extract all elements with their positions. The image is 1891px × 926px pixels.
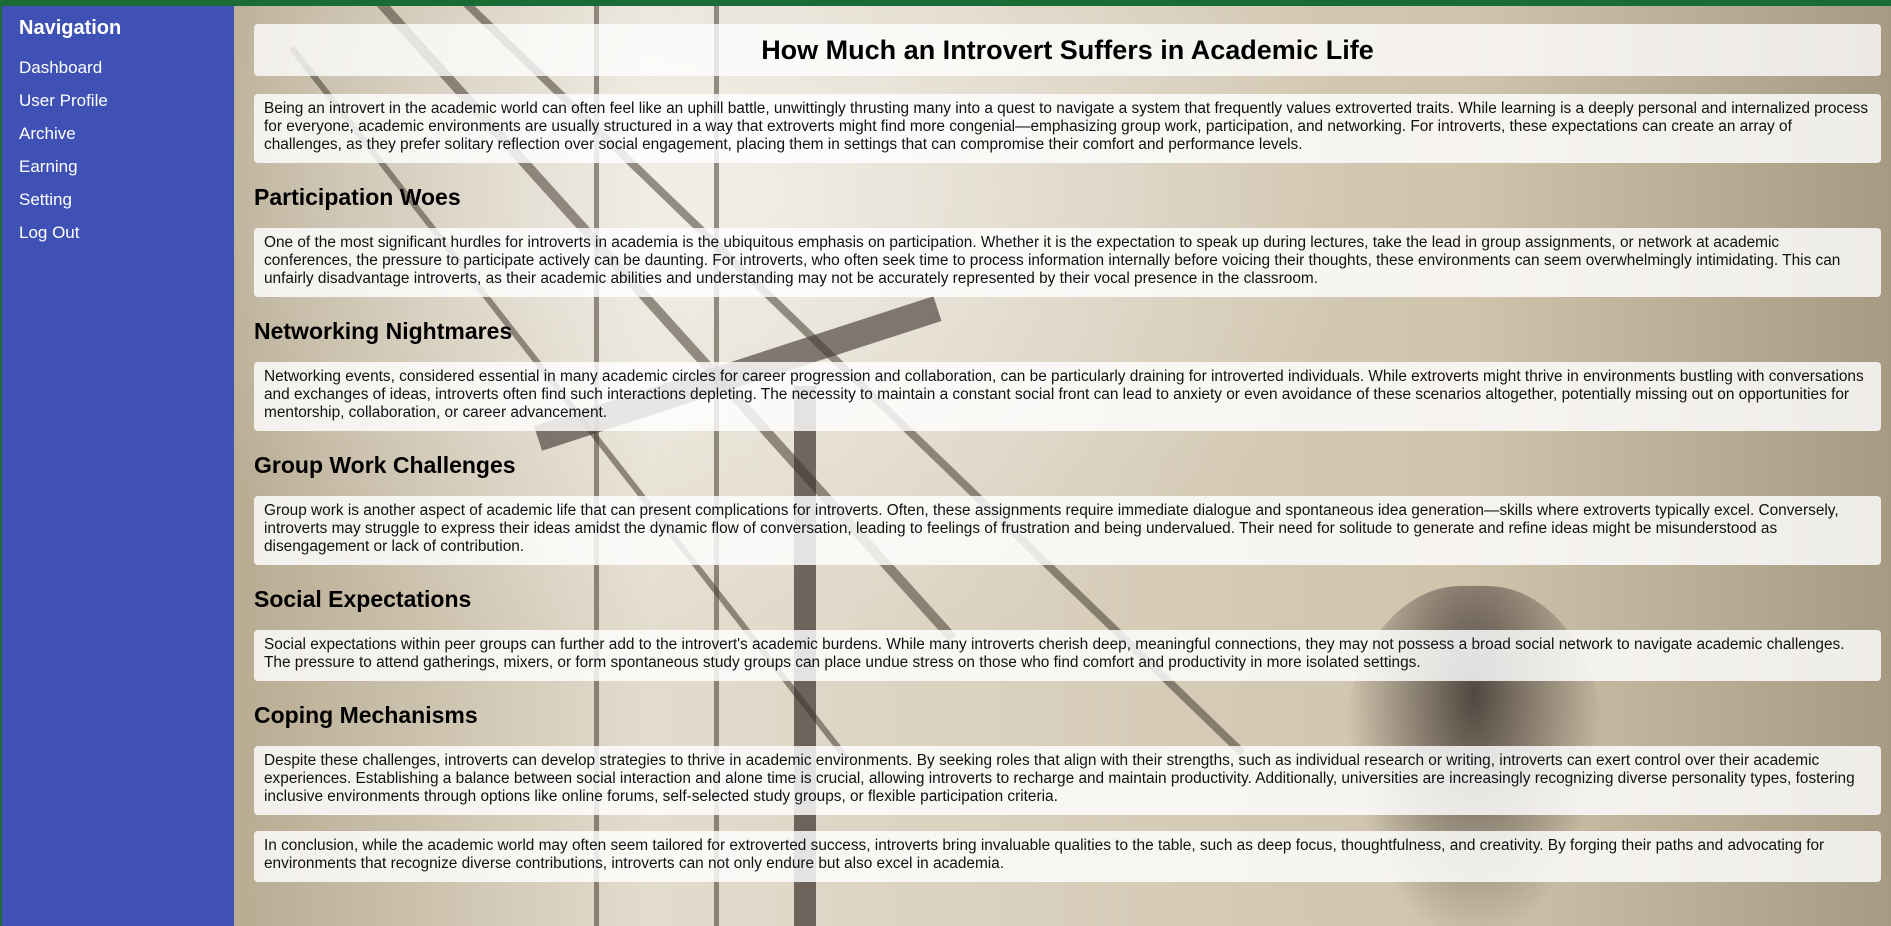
section-heading-group-work: Group Work Challenges xyxy=(254,452,516,478)
section-heading-social: Social Expectations xyxy=(254,586,472,612)
page-title: How Much an Introvert Suffers in Academi… xyxy=(761,34,1374,65)
sidebar: Navigation Dashboard User Profile Archiv… xyxy=(2,6,234,926)
article: How Much an Introvert Suffers in Academi… xyxy=(254,24,1881,882)
section-text-coping: Despite these challenges, introverts can… xyxy=(254,746,1881,815)
main-content[interactable]: How Much an Introvert Suffers in Academi… xyxy=(234,6,1891,926)
section-heading-networking: Networking Nightmares xyxy=(254,318,513,344)
sidebar-item-user-profile[interactable]: User Profile xyxy=(19,91,234,111)
sidebar-item-archive[interactable]: Archive xyxy=(19,124,234,144)
app-window: Navigation Dashboard User Profile Archiv… xyxy=(2,6,1891,926)
sidebar-item-log-out[interactable]: Log Out xyxy=(19,223,234,243)
section-heading-coping: Coping Mechanisms xyxy=(254,702,478,728)
conclusion-paragraph: In conclusion, while the academic world … xyxy=(254,831,1881,882)
sidebar-item-setting[interactable]: Setting xyxy=(19,190,234,210)
section-text-group-work: Group work is another aspect of academic… xyxy=(254,496,1881,565)
intro-paragraph: Being an introvert in the academic world… xyxy=(254,94,1881,163)
sidebar-title: Navigation xyxy=(19,17,122,39)
section-text-participation: One of the most significant hurdles for … xyxy=(254,228,1881,297)
sidebar-item-earning[interactable]: Earning xyxy=(19,157,234,177)
title-panel: How Much an Introvert Suffers in Academi… xyxy=(254,24,1881,76)
sidebar-menu: Dashboard User Profile Archive Earning S… xyxy=(19,58,234,243)
section-text-social: Social expectations within peer groups c… xyxy=(254,630,1881,681)
section-heading-participation: Participation Woes xyxy=(254,184,461,210)
sidebar-item-dashboard[interactable]: Dashboard xyxy=(19,58,234,78)
section-text-networking: Networking events, considered essential … xyxy=(254,362,1881,431)
